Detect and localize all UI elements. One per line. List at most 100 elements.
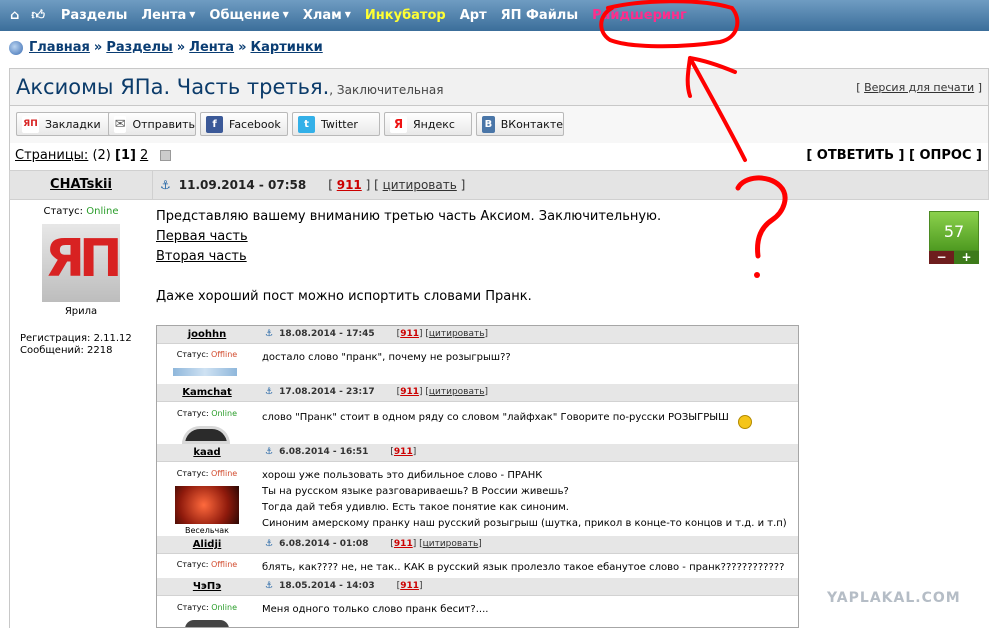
quote-link[interactable]: цитировать bbox=[383, 178, 457, 192]
user-info-panel: Статус: Online ЯП Ярила Регистрация: 2.1… bbox=[9, 200, 152, 628]
status-label: Статус: bbox=[176, 350, 211, 359]
bracket: ] bbox=[484, 387, 489, 397]
list-item: Kamchat ⚓ 17.08.2014 - 23:17 [ 911 ] [ ц… bbox=[157, 384, 798, 444]
home-icon[interactable]: ⌂ bbox=[10, 8, 19, 23]
status-badge: Online bbox=[211, 603, 237, 612]
rating-minus-button[interactable]: − bbox=[929, 251, 954, 264]
pagination-bar: Страницы: (2) [1] 2 [ ОТВЕТИТЬ ] [ ОПРОС… bbox=[9, 143, 989, 170]
pages-count: (2) bbox=[88, 148, 115, 163]
message-count: Сообщений: 2218 bbox=[20, 345, 113, 356]
reply-text: хорош уже пользовать это дибильное слово… bbox=[262, 468, 787, 532]
page-2-link[interactable]: 2 bbox=[140, 148, 148, 163]
vkontakte-button[interactable]: B ВКонтакте bbox=[476, 112, 564, 136]
registration-info: Регистрация: 2.11.12 Сообщений: 2218 bbox=[20, 333, 152, 357]
reply-meta: ⚓ 6.08.2014 - 16:51 [ 911 ] bbox=[265, 447, 416, 457]
post-number-link[interactable]: 911 bbox=[337, 178, 362, 192]
breadcrumb-separator: » bbox=[176, 40, 186, 55]
post-date: 11.09.2014 - 07:58 bbox=[178, 178, 307, 192]
nav-item-incubator[interactable]: Инкубатор bbox=[365, 8, 446, 23]
breadcrumb-separator: » bbox=[238, 40, 247, 55]
facebook-icon: f bbox=[206, 115, 223, 133]
smiley-icon bbox=[738, 415, 752, 429]
list-item: Alidji ⚓ 6.08.2014 - 01:08 [ 911 ] [ цит… bbox=[157, 536, 798, 578]
bracket: ] [ bbox=[418, 329, 429, 339]
user-status: Статус: Online bbox=[10, 206, 152, 217]
anchor-icon[interactable]: ⚓ bbox=[160, 178, 171, 192]
nav-item-feed[interactable]: Лента ▼ bbox=[141, 8, 195, 23]
second-part-link[interactable]: Вторая часть bbox=[156, 247, 916, 267]
reply-meta: ⚓ 18.08.2014 - 17:45 [ 911 ] [ цитироват… bbox=[265, 329, 488, 339]
bracket: ] bbox=[974, 81, 982, 94]
bracket: ] bbox=[484, 329, 489, 339]
anchor-icon: ⚓ bbox=[265, 581, 274, 591]
checkbox-icon[interactable] bbox=[160, 150, 172, 161]
nav-item-files[interactable]: ЯП Файлы bbox=[501, 8, 578, 23]
status-label: Статус: bbox=[176, 469, 211, 478]
reply-meta: ⚓ 6.08.2014 - 01:08 [ 911 ] [ цитировать… bbox=[265, 539, 482, 549]
breadcrumb-pictures[interactable]: Картинки bbox=[250, 40, 322, 55]
twitter-button[interactable]: t Twitter bbox=[292, 112, 380, 136]
nav-item-chat[interactable]: Общение ▼ bbox=[209, 8, 288, 23]
yap-logo-icon: ЯП bbox=[22, 115, 39, 133]
reply-number: 911 bbox=[400, 329, 419, 339]
reply-poll-actions[interactable]: [ ОТВЕТИТЬ ] [ ОПРОС ] bbox=[806, 148, 982, 163]
yandex-button[interactable]: Я Яндекс bbox=[384, 112, 472, 136]
button-label: ВКонтакте bbox=[500, 117, 563, 131]
nav-item-label: Лента bbox=[141, 8, 187, 23]
nav-item-junk[interactable]: Хлам ▼ bbox=[303, 8, 351, 23]
breadcrumb-sections[interactable]: Разделы bbox=[106, 40, 172, 55]
topic-subtitle: , Заключительная bbox=[329, 83, 444, 97]
reply-line: Синоним амерскому пранку наш русский роз… bbox=[262, 518, 787, 529]
facebook-button[interactable]: f Facebook bbox=[200, 112, 288, 136]
reply-status: Статус: Online bbox=[157, 603, 257, 612]
avatar bbox=[182, 426, 230, 444]
avatar[interactable]: ЯП bbox=[42, 224, 120, 302]
breadcrumb-home[interactable]: Главная bbox=[29, 40, 90, 55]
reply-date: 6.08.2014 - 01:08 bbox=[279, 539, 369, 549]
bookmarks-button[interactable]: ЯП Закладки bbox=[16, 112, 112, 136]
list-item: ЧэПэ ⚓ 18.05.2014 - 14:03 [ 911 ] Статус… bbox=[157, 578, 798, 627]
rating-value: 57 bbox=[929, 211, 979, 251]
yandex-icon: Я bbox=[390, 115, 407, 133]
reply-line: слово "Пранк" стоит в одном ряду со слов… bbox=[262, 412, 729, 423]
reply-line: Тогда дай тебя удивлю. Есть такое поняти… bbox=[262, 502, 569, 513]
nav-item-ridesharing[interactable]: Райдшеринг bbox=[592, 8, 687, 23]
bracket: [ bbox=[856, 81, 865, 94]
nav-item-art[interactable]: Арт bbox=[460, 8, 487, 23]
post-header: CHATskii ⚓ 11.09.2014 - 07:58 [ 911 ] [ … bbox=[9, 170, 989, 200]
avatar bbox=[173, 368, 237, 376]
chevron-down-icon: ▼ bbox=[282, 10, 289, 19]
author-link[interactable]: CHATskii bbox=[50, 177, 112, 192]
like-icon[interactable]: 👍︎ bbox=[31, 8, 45, 23]
reply-date: 17.08.2014 - 23:17 bbox=[279, 387, 375, 397]
nav-item-label: Общение bbox=[209, 8, 280, 23]
status-label: Статус: bbox=[177, 603, 212, 612]
reply-author-link: ЧэПэ bbox=[192, 581, 222, 592]
bracket: ] [ bbox=[361, 178, 383, 192]
reply-date: 18.08.2014 - 17:45 bbox=[279, 329, 375, 339]
list-item: joohhn ⚓ 18.08.2014 - 17:45 [ 911 ] [ ци… bbox=[157, 326, 798, 384]
button-label: Яндекс bbox=[413, 117, 455, 131]
reply-author-link: Alidji bbox=[192, 539, 222, 550]
nav-item-sections[interactable]: Разделы bbox=[61, 8, 127, 23]
share-toolbar: ЯП Закладки ✉ Отправить f Facebook t Twitter… bbox=[9, 106, 989, 143]
anchor-icon: ⚓ bbox=[265, 329, 274, 339]
nav-item-label: Арт bbox=[459, 8, 487, 23]
status-label: Статус: bbox=[43, 206, 87, 217]
rating-plus-button[interactable]: + bbox=[954, 251, 979, 264]
reply-meta: ⚓ 18.05.2014 - 14:03 [ 911 ] bbox=[265, 581, 423, 591]
pages-label[interactable]: Страницы: bbox=[15, 148, 88, 163]
print-version-link[interactable]: Версия для печати bbox=[864, 81, 974, 94]
first-part-link[interactable]: Первая часть bbox=[156, 227, 916, 247]
breadcrumb-feed[interactable]: Лента bbox=[189, 40, 234, 55]
reply-line: достало слово "пранк", почему не розыгры… bbox=[262, 352, 511, 363]
reply-status: Статус: Offline bbox=[157, 560, 257, 569]
page-title: Аксиомы ЯПа. Часть третья., Заключительн… bbox=[16, 75, 443, 99]
status-badge: Offline bbox=[210, 469, 238, 478]
twitter-icon: t bbox=[298, 115, 315, 133]
avatar-logo: ЯП bbox=[45, 229, 120, 289]
chevron-down-icon: ▼ bbox=[189, 10, 196, 19]
send-button[interactable]: ✉ Отправить bbox=[108, 112, 196, 136]
vk-icon: B bbox=[482, 115, 495, 133]
